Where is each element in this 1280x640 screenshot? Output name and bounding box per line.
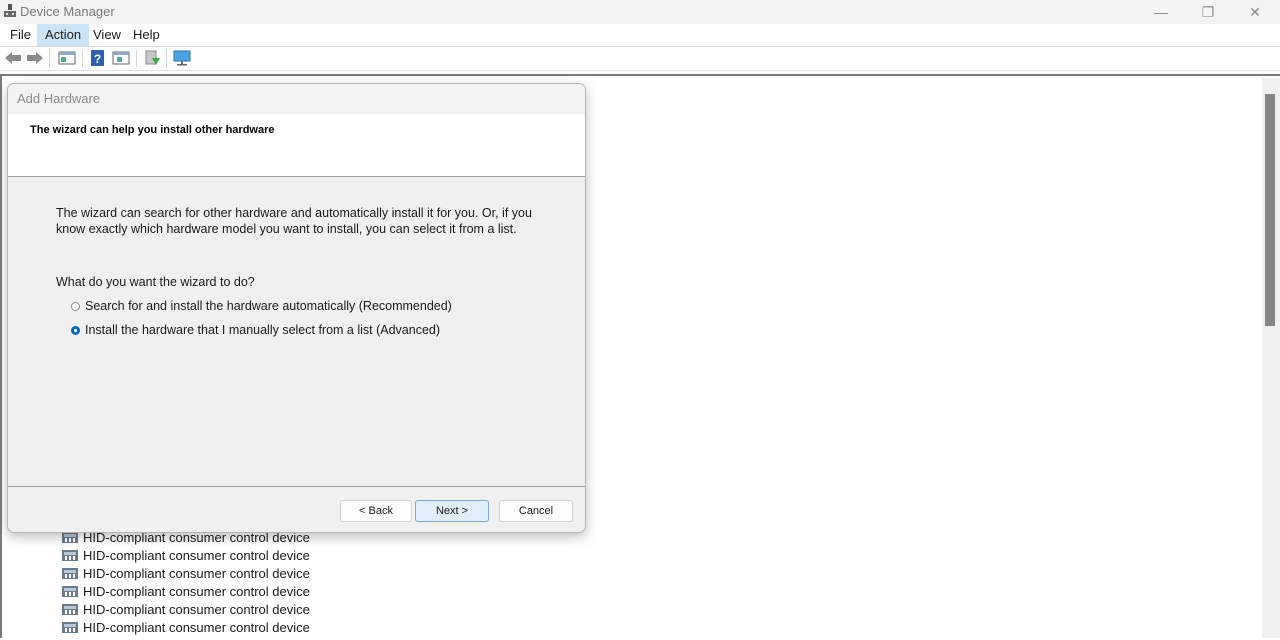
toolbar-separator	[82, 50, 83, 67]
toolbar-separator	[166, 50, 167, 67]
wizard-question: What do you want the wizard to do?	[56, 275, 255, 289]
option-search-automatically[interactable]: Search for and install the hardware auto…	[71, 299, 452, 313]
option-label: Search for and install the hardware auto…	[85, 299, 452, 313]
dialog-title-bar: Add Hardware	[8, 84, 585, 114]
scan-hardware-changes-icon[interactable]	[173, 50, 191, 66]
cancel-button[interactable]: Cancel	[499, 500, 573, 522]
dialog-description: The wizard can search for other hardware…	[56, 206, 532, 236]
window-title: Device Manager	[20, 4, 115, 19]
toolbar-separator	[136, 50, 137, 67]
hid-device-icon	[62, 550, 78, 561]
add-hardware-dialog: Add Hardware The wizard can help you ins…	[7, 83, 586, 533]
svg-text:?: ?	[94, 52, 101, 66]
close-button[interactable]: ✕	[1232, 0, 1278, 24]
toolbar-separator	[49, 50, 50, 67]
radio-button[interactable]	[71, 301, 80, 311]
minimize-button[interactable]: —	[1138, 0, 1184, 24]
list-item[interactable]: HID-compliant consumer control device	[62, 564, 310, 582]
hid-device-icon	[62, 568, 78, 579]
restore-button[interactable]: ❐	[1185, 0, 1231, 24]
title-bar: Device Manager — ❐ ✕	[0, 0, 1280, 24]
device-label: HID-compliant consumer control device	[83, 547, 310, 563]
help-icon[interactable]: ?	[89, 50, 107, 66]
device-manager-icon	[4, 4, 16, 17]
restore-icon: ❐	[1201, 3, 1215, 20]
close-icon: ✕	[1249, 3, 1261, 20]
vertical-scrollbar[interactable]	[1262, 78, 1280, 638]
back-button[interactable]: < Back	[340, 500, 412, 522]
next-button[interactable]: Next >	[415, 500, 489, 522]
hid-device-icon	[62, 586, 78, 597]
pane-border	[0, 76, 2, 638]
dialog-heading: The wizard can help you install other ha…	[30, 124, 275, 136]
device-label: HID-compliant consumer control device	[83, 619, 310, 635]
menu-help[interactable]: Help	[125, 24, 168, 46]
radio-button-selected[interactable]	[71, 325, 80, 335]
device-label: HID-compliant consumer control device	[83, 565, 310, 581]
hid-device-icon	[62, 622, 78, 633]
menu-bar: File Action View Help	[0, 24, 1280, 47]
dialog-title: Add Hardware	[17, 91, 101, 106]
menu-file[interactable]: File	[2, 24, 39, 46]
scrollbar-thumb[interactable]	[1265, 94, 1275, 326]
update-driver-icon[interactable]	[143, 50, 161, 66]
menu-view[interactable]: View	[85, 24, 129, 46]
device-label: HID-compliant consumer control device	[83, 601, 310, 617]
list-item[interactable]: HID-compliant consumer control device	[62, 600, 310, 618]
list-item[interactable]: HID-compliant consumer control device	[62, 546, 310, 564]
menu-action[interactable]: Action	[37, 24, 90, 46]
list-item[interactable]: HID-compliant consumer control device	[62, 618, 310, 636]
device-label: HID-compliant consumer control device	[83, 583, 310, 599]
show-hide-console-tree-icon[interactable]	[58, 50, 76, 66]
toolbar: ?	[0, 47, 1280, 71]
dialog-header: The wizard can help you install other ha…	[8, 114, 585, 177]
forward-arrow-icon[interactable]	[26, 50, 44, 66]
list-item[interactable]: HID-compliant consumer control device	[62, 582, 310, 600]
back-arrow-icon[interactable]	[4, 50, 22, 66]
minimize-icon: —	[1154, 4, 1168, 20]
footer-divider	[8, 486, 585, 487]
show-action-pane-icon[interactable]	[112, 50, 130, 66]
hid-device-icon	[62, 604, 78, 615]
option-manual-select[interactable]: Install the hardware that I manually sel…	[71, 323, 440, 337]
option-label: Install the hardware that I manually sel…	[85, 323, 441, 337]
